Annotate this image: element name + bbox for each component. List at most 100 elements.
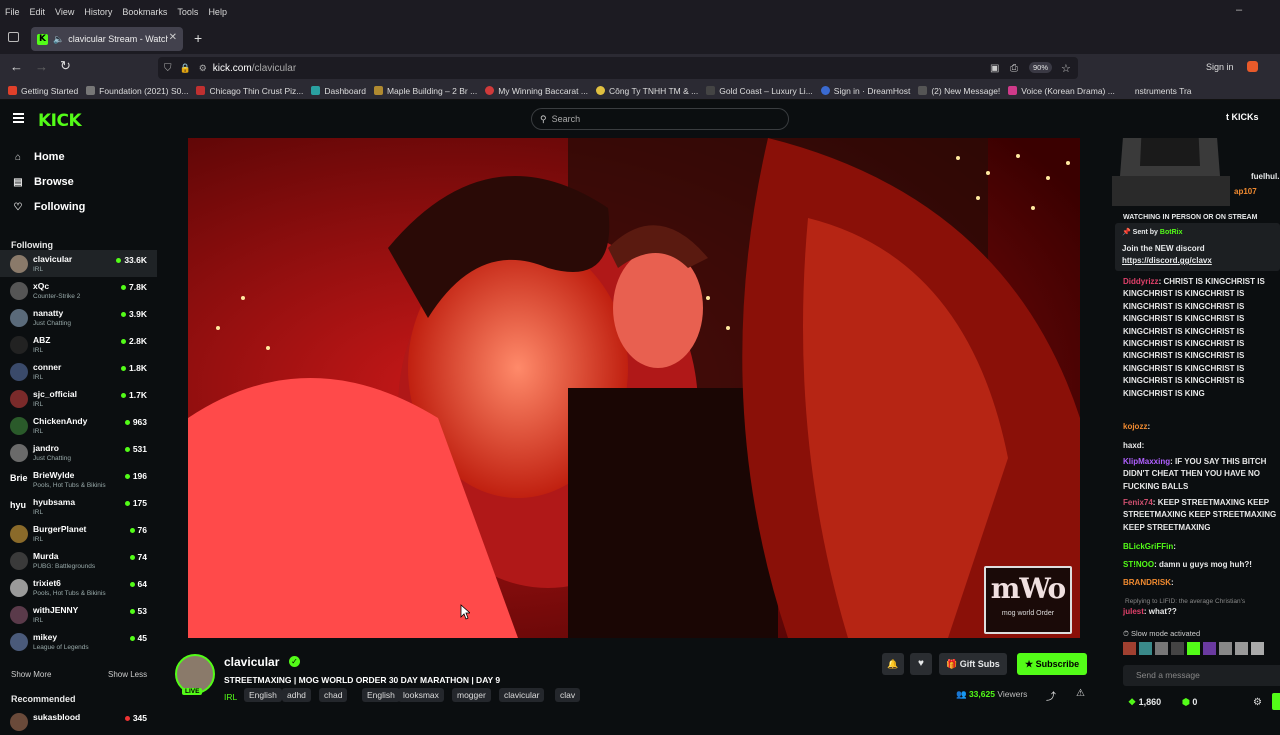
stream-category-link[interactable]: IRL (224, 692, 237, 702)
stream-tag[interactable]: chad (319, 688, 348, 702)
menu-file[interactable]: File (0, 7, 25, 17)
following-item[interactable]: ABZ IRL 2.8K (0, 331, 157, 358)
emote-icon[interactable] (1139, 642, 1152, 655)
menu-help[interactable]: Help (203, 7, 232, 17)
hamburger-menu-icon[interactable] (13, 113, 24, 123)
report-icon[interactable]: ⚠ (1076, 688, 1085, 699)
minimize-icon[interactable]: – (1236, 4, 1242, 16)
chat-input[interactable]: Send a message (1123, 665, 1280, 686)
channel-points[interactable]: ❖ 1,860 (1128, 697, 1161, 708)
browser-tab[interactable]: K 🔈 clavicular Stream - Watch L ✕ (31, 27, 183, 51)
chat-username[interactable]: Diddyrizz (1123, 277, 1159, 286)
following-item[interactable]: xQc Counter-Strike 2 7.8K (0, 277, 157, 304)
chat-username[interactable]: julest (1123, 607, 1144, 616)
bookmark-item[interactable]: Foundation (2021) S0... (86, 86, 188, 96)
following-item[interactable]: trixiet6 Pools, Hot Tubs & Bikinis 64 (0, 574, 157, 601)
emote-icon[interactable] (1171, 642, 1184, 655)
zoom-level[interactable]: 90% (1029, 62, 1053, 73)
chat-username[interactable]: BRANDRISK (1123, 578, 1171, 587)
bookmark-item[interactable]: Chicago Thin Crust Piz... (196, 86, 303, 96)
following-item[interactable]: BurgerPlanet IRL 76 (0, 520, 157, 547)
url-bar[interactable]: ⛉ 🔒 ⚙ kick.com/clavicular ▣ ⎙ 90% ☆ (158, 57, 1078, 79)
bookmark-item[interactable]: (2) New Message! (918, 86, 1000, 96)
following-item[interactable]: Brie BrieWylde Pools, Hot Tubs & Bikinis 19… (0, 466, 157, 493)
bookmark-item[interactable]: nstruments Tra (1135, 86, 1192, 96)
follow-heart-icon[interactable]: ♥ (910, 653, 932, 675)
following-item[interactable]: hyu hyubsama IRL 175 (0, 493, 157, 520)
stream-tag[interactable]: looksmax (398, 688, 444, 702)
emote-icon[interactable] (1123, 642, 1136, 655)
following-item[interactable]: clavicular IRL 33.6K (0, 250, 157, 277)
speaker-icon[interactable]: 🔈 (53, 34, 64, 45)
share-icon[interactable]: ⤴ (1046, 688, 1056, 703)
nav-home[interactable]: ⌂ Home (12, 151, 65, 163)
emote-icon[interactable] (1155, 642, 1168, 655)
lock-icon[interactable]: 🔒 (180, 63, 191, 74)
bookmark-item[interactable]: Maple Building – 2 Br ... (373, 86, 477, 96)
back-icon[interactable]: ← (10, 59, 23, 74)
reader-view-icon[interactable]: ▣ (990, 63, 999, 74)
chat-username[interactable]: KlipMaxxing (1123, 457, 1170, 466)
following-item[interactable]: ChickenAndy IRL 963 (0, 412, 157, 439)
chat-username[interactable]: kojozz (1123, 422, 1147, 431)
video-player[interactable]: mWo mog world Order (188, 138, 1080, 638)
subscribe-button[interactable]: ★ Subscribe (1017, 653, 1088, 675)
forward-icon[interactable]: → (35, 59, 48, 74)
bookmark-star-icon[interactable]: ☆ (1061, 62, 1071, 75)
extension-icon[interactable] (1247, 61, 1258, 72)
nav-following[interactable]: ♡ Following (12, 201, 86, 213)
bookmark-item[interactable]: Dashboard (311, 86, 366, 96)
permissions-icon[interactable]: ⚙ (199, 63, 207, 74)
bookmark-item[interactable]: Voice (Korean Drama) ... (1008, 86, 1115, 96)
menu-bookmarks[interactable]: Bookmarks (117, 7, 172, 17)
bookmark-item[interactable]: My Winning Baccarat ... (485, 86, 588, 96)
menu-history[interactable]: History (79, 7, 117, 17)
notification-bell-icon[interactable]: 🔔 (882, 653, 904, 675)
nav-browse[interactable]: ▤ Browse (12, 176, 73, 188)
shield-icon[interactable]: ⛉ (164, 63, 172, 74)
emote-icon[interactable] (1235, 642, 1248, 655)
kick-logo[interactable]: KICK (38, 111, 82, 131)
following-item[interactable]: conner IRL 1.8K (0, 358, 157, 385)
bookmark-item[interactable]: Sign in · DreamHost (820, 86, 910, 96)
emote-icon[interactable] (1203, 642, 1216, 655)
save-page-icon[interactable]: ⎙ (1010, 63, 1018, 74)
chat-username[interactable]: haxd (1123, 441, 1142, 450)
bookmark-item[interactable]: Công Ty TNHH TM & ... (595, 86, 698, 96)
following-item[interactable]: Murda PUBG: Battlegrounds 74 (0, 547, 157, 574)
bookmark-item[interactable]: Gold Coast – Luxury Li... (706, 86, 813, 96)
recommended-item[interactable]: sukasblood 345 (0, 708, 157, 735)
stream-tag[interactable]: English (244, 688, 282, 702)
chat-send-button[interactable] (1272, 693, 1280, 710)
following-item[interactable]: jandro Just Chatting 531 (0, 439, 157, 466)
sign-in-link[interactable]: Sign in (1206, 62, 1234, 72)
search-input[interactable]: ⚲ Search (531, 108, 789, 130)
chat-username[interactable]: BLickGriFFin (1123, 542, 1173, 551)
tab-close-icon[interactable]: ✕ (169, 32, 177, 43)
show-more-button[interactable]: Show More (11, 670, 51, 679)
tab-list-icon[interactable] (8, 32, 19, 42)
emote-icon[interactable] (1251, 642, 1264, 655)
following-item[interactable]: sjc_official IRL 1.7K (0, 385, 157, 412)
get-kicks-button[interactable]: t KICKs (1226, 112, 1259, 122)
menu-view[interactable]: View (50, 7, 79, 17)
emote-icon[interactable] (1219, 642, 1232, 655)
chat-username[interactable]: Fenix74 (1123, 498, 1153, 507)
following-item[interactable]: withJENNY IRL 53 (0, 601, 157, 628)
new-tab-icon[interactable]: + (194, 30, 202, 46)
following-item[interactable]: nanatty Just Chatting 3.9K (0, 304, 157, 331)
stream-tag[interactable]: adhd (282, 688, 311, 702)
following-item[interactable]: mikey League of Legends 45 (0, 628, 157, 655)
menu-tools[interactable]: Tools (172, 7, 203, 17)
stream-tag[interactable]: clavicular (499, 688, 545, 702)
discord-link[interactable]: https://discord.gg/clavx (1122, 256, 1212, 265)
channel-name[interactable]: clavicular (224, 655, 279, 669)
chat-username[interactable]: ST!NOO (1123, 560, 1154, 569)
gift-subs-button[interactable]: 🎁 Gift Subs (939, 653, 1007, 675)
stream-tag[interactable]: clav (555, 688, 581, 702)
emote-icon[interactable] (1187, 642, 1200, 655)
menu-edit[interactable]: Edit (25, 7, 51, 17)
reload-icon[interactable]: ↻ (60, 58, 71, 74)
show-less-button[interactable]: Show Less (108, 670, 147, 679)
stream-tag[interactable]: English (362, 688, 400, 702)
